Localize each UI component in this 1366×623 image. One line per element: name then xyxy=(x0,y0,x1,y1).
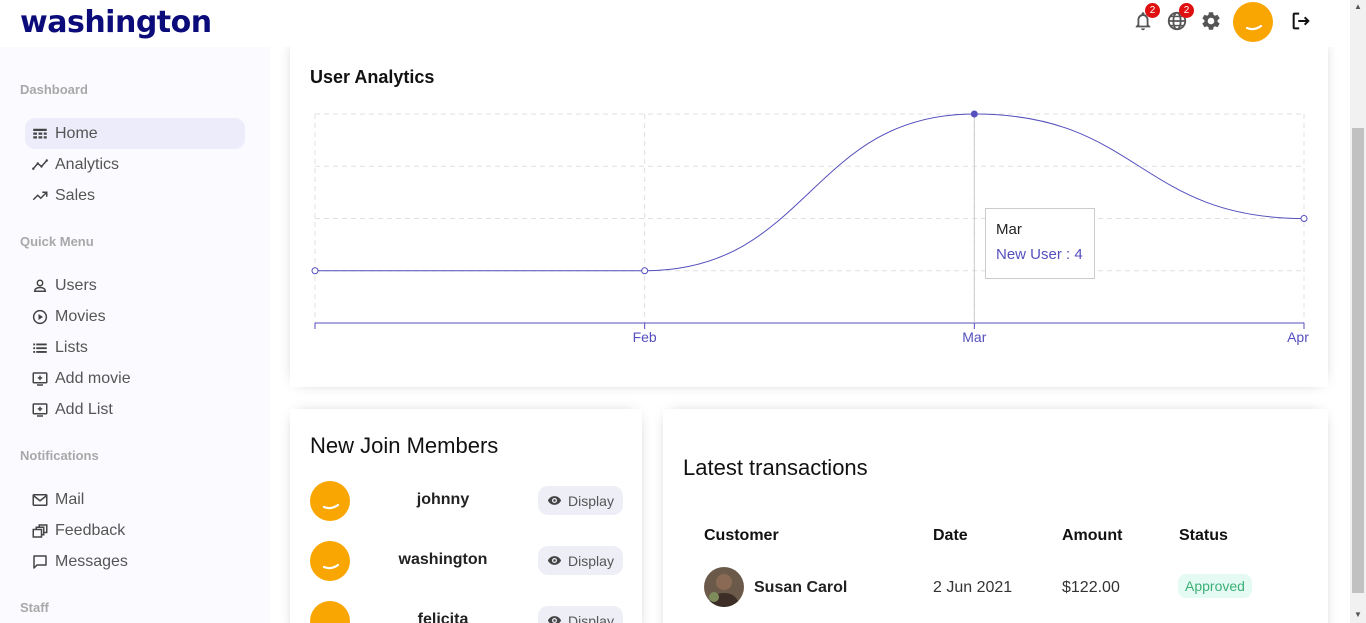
list-item: washington Display xyxy=(310,541,623,585)
member-name: johnny xyxy=(416,491,470,508)
sidebar-item-label: Sales xyxy=(55,186,96,204)
sidebar-item-movies[interactable]: Movies xyxy=(25,301,245,332)
add-to-queue-icon xyxy=(32,371,48,386)
avatar xyxy=(310,541,350,581)
sidebar-section-notifications: Notifications xyxy=(20,448,99,463)
data-point xyxy=(970,110,978,118)
home-icon xyxy=(33,128,47,138)
sidebar-item-home[interactable]: Home xyxy=(25,118,245,149)
x-tick-label: Mar xyxy=(962,329,986,345)
feedback-icon xyxy=(32,523,48,538)
members-title: New Join Members xyxy=(310,433,499,458)
sidebar-item-label: Users xyxy=(55,276,97,294)
data-point xyxy=(311,267,319,275)
new-members-card: New Join Members johnny Display washingt… xyxy=(290,409,642,623)
play-circle-icon xyxy=(32,309,48,324)
logo[interactable]: washington xyxy=(20,5,212,40)
globe-icon[interactable]: 2 xyxy=(1166,3,1194,32)
transaction-date: 2 Jun 2021 xyxy=(933,579,1013,596)
chat-bubble-icon xyxy=(33,554,47,569)
bell-icon[interactable]: 2 xyxy=(1132,3,1160,32)
sidebar-item-label: Add movie xyxy=(55,369,131,387)
sidebar-item-lists[interactable]: Lists xyxy=(25,332,245,363)
sidebar-item-label: Home xyxy=(55,124,98,142)
scroll-down-arrow[interactable]: ▼ xyxy=(1353,610,1363,620)
list-icon xyxy=(33,343,47,353)
sidebar-item-mail[interactable]: Mail xyxy=(25,484,245,515)
transaction-amount: $122.00 xyxy=(1062,579,1120,596)
list-item: johnny Display xyxy=(310,481,623,525)
display-button-label: Display xyxy=(568,492,614,509)
sidebar-item-label: Feedback xyxy=(55,521,126,539)
timeline-icon xyxy=(32,158,48,170)
member-name: washington xyxy=(398,551,488,568)
tooltip-label: Mar xyxy=(996,221,1022,238)
display-button[interactable]: Display xyxy=(538,486,623,515)
data-point xyxy=(641,267,649,275)
trending-up-icon xyxy=(32,191,48,200)
x-tick-label: Apr xyxy=(1287,329,1309,345)
sidebar-item-label: Messages xyxy=(55,552,128,570)
topbar: washington 2 2 xyxy=(0,0,1350,47)
avatar xyxy=(310,601,350,623)
sidebar-item-label: Analytics xyxy=(55,155,120,173)
transactions-card: Latest transactions Customer Date Amount… xyxy=(663,409,1328,623)
column-header-customer: Customer xyxy=(704,527,779,544)
sidebar-item-messages[interactable]: Messages xyxy=(25,546,245,577)
display-button-label: Display xyxy=(568,552,614,569)
notification-badge: 2 xyxy=(1145,3,1160,18)
sidebar-item-sales[interactable]: Sales xyxy=(25,180,245,211)
display-button-label: Display xyxy=(568,612,614,623)
main-content: User Analytics Feb Mar Apr Mar New User : … xyxy=(270,37,1350,623)
avatar[interactable] xyxy=(1233,2,1273,42)
display-button[interactable]: Display xyxy=(538,606,623,623)
gear-icon[interactable] xyxy=(1200,10,1222,32)
display-button[interactable]: Display xyxy=(538,546,623,575)
eye-icon xyxy=(547,496,562,505)
sidebar-section-dashboard: Dashboard xyxy=(20,82,88,97)
chart-tooltip: Mar New User : 4 xyxy=(985,208,1095,279)
sidebar-item-label: Movies xyxy=(55,307,106,325)
user-analytics-card: User Analytics Feb Mar Apr Mar New User : … xyxy=(290,37,1328,387)
tooltip-value: New User : 4 xyxy=(996,246,1083,263)
language-badge: 2 xyxy=(1179,3,1194,18)
sidebar-item-add-movie[interactable]: Add movie xyxy=(25,363,245,394)
column-header-status: Status xyxy=(1179,527,1228,544)
transactions-title: Latest transactions xyxy=(683,455,868,480)
series-line-new-user xyxy=(315,113,1305,272)
logout-icon[interactable] xyxy=(1290,10,1312,32)
list-item: felicita Display xyxy=(310,601,623,623)
sidebar-item-add-list[interactable]: Add List xyxy=(25,394,245,425)
line-chart[interactable]: Feb Mar Apr xyxy=(290,37,1328,387)
x-tick-label: Feb xyxy=(633,329,657,345)
sidebar-item-analytics[interactable]: Analytics xyxy=(25,149,245,180)
data-point xyxy=(1300,215,1308,222)
scrollbar-thumb[interactable] xyxy=(1352,128,1364,593)
status-badge[interactable]: Approved xyxy=(1178,574,1252,598)
sidebar-section-staff: Staff xyxy=(20,600,49,615)
scroll-up-arrow[interactable]: ▲ xyxy=(1353,2,1363,12)
sidebar-section-quick-menu: Quick Menu xyxy=(20,234,94,249)
customer-name: Susan Carol xyxy=(754,579,848,596)
column-header-date: Date xyxy=(933,527,968,544)
sidebar-item-label: Mail xyxy=(55,490,85,508)
sidebar-item-label: Lists xyxy=(55,338,88,356)
customer-avatar xyxy=(704,567,744,607)
sidebar-item-label: Add List xyxy=(55,400,113,418)
column-header-amount: Amount xyxy=(1062,527,1123,544)
mail-icon xyxy=(32,493,48,506)
avatar xyxy=(310,481,350,521)
sidebar-item-users[interactable]: Users xyxy=(25,270,245,301)
user-icon xyxy=(33,279,47,292)
add-list-icon xyxy=(32,402,48,417)
sidebar-item-feedback[interactable]: Feedback xyxy=(25,515,245,546)
eye-icon xyxy=(547,556,562,565)
eye-icon xyxy=(547,616,562,623)
member-name: felicita xyxy=(417,611,469,623)
sidebar: Dashboard Home Analytics Sales Quick Men… xyxy=(0,47,270,623)
